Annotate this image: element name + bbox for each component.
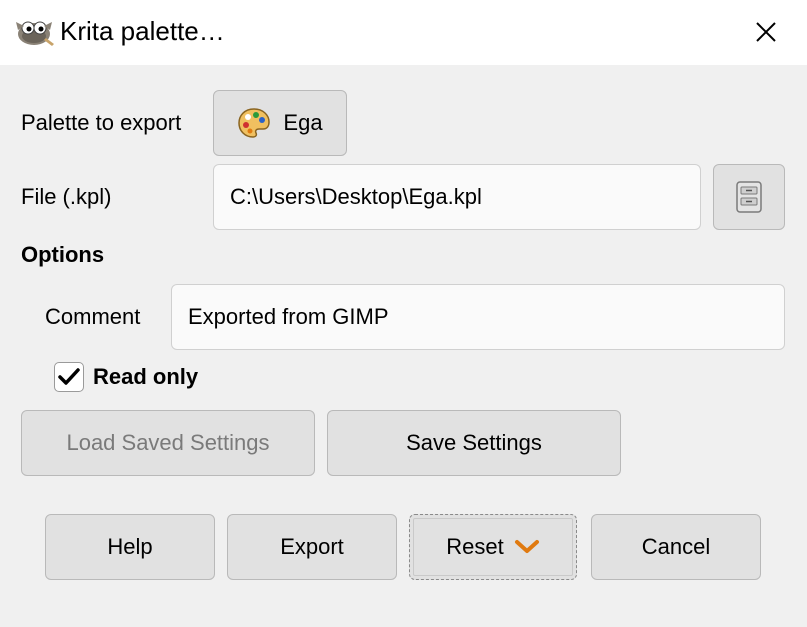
read-only-checkbox[interactable]	[54, 362, 84, 392]
palette-label: Palette to export	[21, 110, 182, 135]
close-icon	[756, 22, 776, 42]
reset-button[interactable]: Reset	[409, 514, 577, 580]
palette-select-label: Ega	[283, 110, 323, 135]
file-chooser-icon	[736, 181, 762, 213]
title-bar: Krita palette…	[0, 0, 807, 65]
help-button[interactable]: Help	[45, 514, 215, 580]
close-button[interactable]	[744, 12, 788, 52]
file-path-field[interactable]: C:\Users\Desktop\Ega.kpl	[213, 164, 701, 230]
file-label: File (.kpl)	[21, 184, 112, 209]
options-heading: Options	[21, 242, 105, 267]
file-chooser-button[interactable]	[713, 164, 785, 230]
window-title: Krita palette…	[60, 16, 225, 46]
check-icon	[58, 368, 80, 385]
load-saved-settings-button[interactable]: Load Saved Settings	[21, 410, 315, 476]
cancel-button[interactable]: Cancel	[591, 514, 761, 580]
comment-label: Comment	[45, 304, 141, 329]
save-settings-button[interactable]: Save Settings	[327, 410, 621, 476]
chevron-down-icon	[514, 540, 539, 553]
export-button[interactable]: Export	[227, 514, 397, 580]
gimp-wilber-icon	[12, 12, 56, 48]
reset-label: Reset	[446, 534, 504, 559]
read-only-label: Read only	[93, 364, 199, 389]
palette-icon	[237, 106, 271, 140]
palette-select-button[interactable]: Ega	[213, 90, 347, 156]
comment-field[interactable]: Exported from GIMP	[171, 284, 785, 350]
